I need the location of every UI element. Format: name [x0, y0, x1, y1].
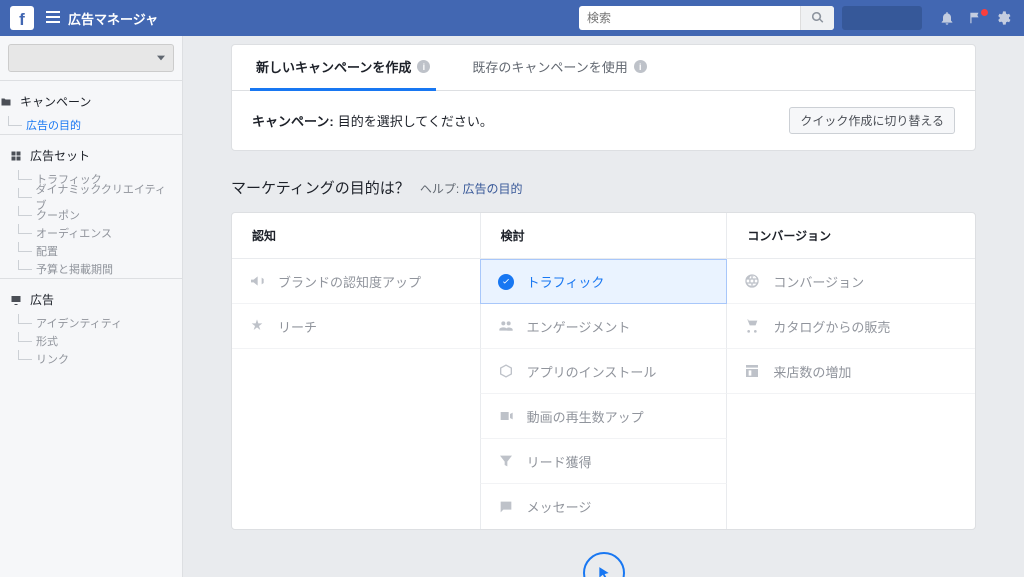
top-bar: f 広告マネージャ: [0, 0, 1024, 36]
check-icon: [497, 274, 515, 290]
menu-icon[interactable]: [46, 11, 60, 26]
sidebar-label: キャンペーン: [20, 93, 91, 110]
objective-brand-awareness[interactable]: ブランドの認知度アップ: [232, 259, 480, 304]
objective-video-views[interactable]: 動画の再生数アップ: [480, 394, 728, 439]
account-selector[interactable]: [842, 6, 922, 30]
objective-store-visits[interactable]: 来店数の増加: [727, 349, 975, 394]
gear-icon[interactable]: [992, 10, 1014, 26]
campaign-card: 新しいキャンペーンを作成i 既存のキャンペーンを使用i キャンペーン: 目的を選…: [231, 44, 976, 151]
search-box[interactable]: [579, 6, 834, 30]
account-dropdown[interactable]: [8, 44, 174, 72]
subtitle-text: 目的を選択してください。: [338, 111, 493, 130]
bell-icon[interactable]: [936, 10, 958, 26]
tab-existing-campaign[interactable]: 既存のキャンペーンを使用i: [466, 45, 652, 91]
globe-icon: [743, 273, 761, 289]
sidebar-item[interactable]: クーポン: [18, 206, 172, 224]
tab-new-campaign[interactable]: 新しいキャンペーンを作成i: [250, 45, 436, 91]
help-prefix: ヘルプ:: [420, 182, 459, 196]
objective-catalog-sales[interactable]: カタログからの販売: [727, 304, 975, 349]
objective-reach[interactable]: リーチ: [232, 304, 480, 349]
sidebar-section-ad[interactable]: 広告: [10, 291, 172, 308]
sidebar-label: 広告: [30, 291, 54, 308]
monitor-icon: [10, 294, 24, 306]
search-input[interactable]: [579, 11, 800, 25]
info-icon: i: [634, 60, 647, 73]
section-heading: マーケティングの目的は？: [231, 177, 410, 198]
sidebar-item[interactable]: 配置: [18, 242, 172, 260]
chat-icon: [497, 499, 515, 515]
sidebar: キャンペーン 広告の目的 広告セット トラフィック ダイナミック: [0, 36, 183, 577]
col-header-consideration: 検討: [480, 213, 728, 259]
objective-engagement[interactable]: エンゲージメント: [480, 304, 728, 349]
megaphone-icon: [248, 273, 266, 289]
subtitle-label: キャンペーン:: [252, 111, 334, 130]
sidebar-item[interactable]: 形式: [18, 332, 172, 350]
people-icon: [497, 318, 515, 334]
reach-icon: [248, 318, 266, 334]
search-icon[interactable]: [800, 6, 834, 30]
objective-app-install[interactable]: アプリのインストール: [480, 349, 728, 394]
cart-icon: [743, 318, 761, 334]
sidebar-section-adset[interactable]: 広告セット: [10, 147, 172, 164]
notification-dot: [981, 9, 988, 16]
info-icon: i: [417, 60, 430, 73]
sidebar-label: 広告セット: [30, 147, 90, 164]
col-header-conversion: コンバージョン: [727, 213, 975, 259]
facebook-logo[interactable]: f: [10, 6, 34, 30]
tab-row: 新しいキャンペーンを作成i 既存のキャンペーンを使用i: [232, 45, 975, 91]
objective-messages[interactable]: メッセージ: [480, 484, 728, 529]
box-icon: [497, 363, 515, 379]
sidebar-item[interactable]: ダイナミッククリエイティブ: [18, 188, 172, 206]
sidebar-section-campaign[interactable]: キャンペーン: [0, 93, 172, 110]
folder-icon: [0, 96, 14, 108]
flag-icon[interactable]: [964, 11, 986, 25]
grid-icon: [10, 150, 24, 162]
app-title: 広告マネージャ: [68, 9, 158, 28]
quick-create-button[interactable]: クイック作成に切り替える: [789, 107, 955, 134]
store-icon: [743, 363, 761, 379]
sidebar-item[interactable]: アイデンティティ: [18, 314, 172, 332]
cursor-indicator: [583, 552, 625, 577]
sidebar-item-objective[interactable]: 広告の目的: [8, 116, 172, 134]
video-icon: [497, 408, 515, 424]
funnel-icon: [497, 453, 515, 469]
help-link[interactable]: 広告の目的: [463, 182, 523, 196]
objective-traffic[interactable]: トラフィック: [480, 259, 728, 304]
objectives-card: 認知 検討 コンバージョン ブランドの認知度アップ トラフィック コンバージ: [231, 212, 976, 530]
sidebar-item[interactable]: 予算と掲載期間: [18, 260, 172, 278]
col-header-awareness: 認知: [232, 213, 480, 259]
objective-conversion[interactable]: コンバージョン: [727, 259, 975, 304]
main-content: 新しいキャンペーンを作成i 既存のキャンペーンを使用i キャンペーン: 目的を選…: [183, 36, 1024, 577]
sidebar-item[interactable]: オーディエンス: [18, 224, 172, 242]
objective-lead-gen[interactable]: リード獲得: [480, 439, 728, 484]
sidebar-item[interactable]: リンク: [18, 350, 172, 368]
